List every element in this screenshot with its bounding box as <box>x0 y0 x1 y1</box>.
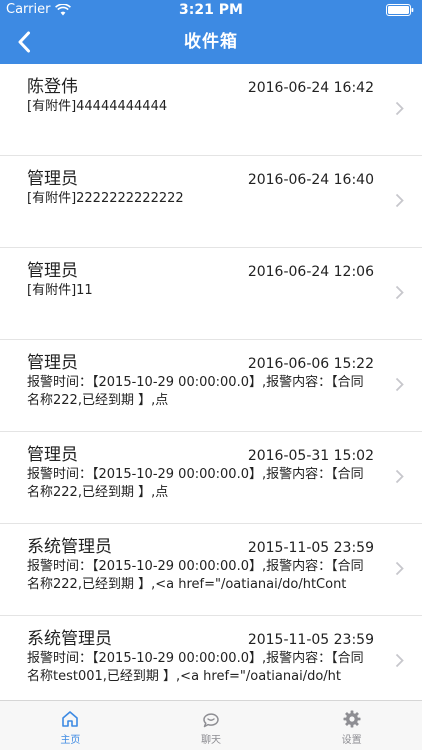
message-date: 2016-06-24 16:40 <box>247 172 374 188</box>
message-row[interactable]: 管理员 2016-06-06 15:22 报警时间：【2015-10-29 00… <box>0 340 422 432</box>
message-sender: 系统管理员 <box>27 629 112 649</box>
message-date: 2016-06-24 16:42 <box>247 80 374 96</box>
chevron-right-icon <box>395 469 404 484</box>
tab-home[interactable]: 主页 <box>0 701 141 750</box>
message-row[interactable]: 管理员 2016-06-24 16:40 [有附件]2222222222222 <box>0 156 422 248</box>
message-preview: [有附件]11 <box>27 283 93 298</box>
nav-bar: 收件箱 <box>0 20 422 64</box>
gear-icon <box>343 710 361 728</box>
message-date: 2016-06-24 12:06 <box>247 264 374 280</box>
tab-settings[interactable]: 设置 <box>281 701 422 750</box>
message-preview: [有附件]2222222222222 <box>27 191 184 206</box>
message-sender: 陈登伟 <box>27 77 78 97</box>
chevron-right-icon <box>395 101 404 116</box>
message-preview: 报警时间：【2015-10-29 00:00:00.0】,报警内容：【合同名称2… <box>27 559 364 592</box>
message-preview: 报警时间：【2015-10-29 00:00:00.0】,报警内容：【合同名称t… <box>27 651 364 684</box>
tab-bar: 主页 聊天 设置 <box>0 700 422 750</box>
status-bar: Carrier 3:21 PM <box>0 0 422 20</box>
chevron-right-icon <box>395 653 404 668</box>
chevron-right-icon <box>395 193 404 208</box>
inbox-screen: Carrier 3:21 PM 收件箱 陈登伟 2016-06-24 16:42… <box>0 0 422 750</box>
tab-settings-label: 设置 <box>341 735 362 746</box>
tab-chat-label: 聊天 <box>201 735 221 746</box>
header: Carrier 3:21 PM 收件箱 <box>0 0 422 64</box>
chat-icon <box>203 713 219 728</box>
chevron-right-icon <box>395 561 404 576</box>
battery-icon <box>386 4 414 16</box>
message-sender: 管理员 <box>27 353 78 373</box>
message-date: 2015-11-05 23:59 <box>247 632 374 648</box>
tab-home-label: 主页 <box>60 735 81 746</box>
page-title: 收件箱 <box>184 32 238 52</box>
message-row[interactable]: 系统管理员 2015-11-05 23:59 报警时间：【2015-10-29 … <box>0 616 422 700</box>
tab-chat[interactable]: 聊天 <box>141 701 282 750</box>
message-date: 2016-06-06 15:22 <box>247 356 374 372</box>
message-row[interactable]: 管理员 2016-05-31 15:02 报警时间：【2015-10-29 00… <box>0 432 422 524</box>
home-icon <box>62 711 79 727</box>
message-preview: [有附件]44444444444 <box>27 99 168 114</box>
message-date: 2015-11-05 23:59 <box>247 540 374 556</box>
clock: 3:21 PM <box>179 2 243 18</box>
message-row[interactable]: 管理员 2016-06-24 12:06 [有附件]11 <box>0 248 422 340</box>
message-row[interactable]: 系统管理员 2015-11-05 23:59 报警时间：【2015-10-29 … <box>0 524 422 616</box>
message-preview: 报警时间：【2015-10-29 00:00:00.0】,报警内容：【合同名称2… <box>27 467 364 500</box>
chevron-right-icon <box>395 285 404 300</box>
message-date: 2016-05-31 15:02 <box>247 448 374 464</box>
message-list[interactable]: 陈登伟 2016-06-24 16:42 [有附件]44444444444 管理… <box>0 64 422 700</box>
message-sender: 管理员 <box>27 261 78 281</box>
chevron-right-icon <box>395 377 404 392</box>
message-row[interactable]: 陈登伟 2016-06-24 16:42 [有附件]44444444444 <box>0 64 422 156</box>
message-sender: 管理员 <box>27 169 78 189</box>
message-sender: 管理员 <box>27 445 78 465</box>
message-sender: 系统管理员 <box>27 537 112 557</box>
message-preview: 报警时间：【2015-10-29 00:00:00.0】,报警内容：【合同名称2… <box>27 375 364 408</box>
